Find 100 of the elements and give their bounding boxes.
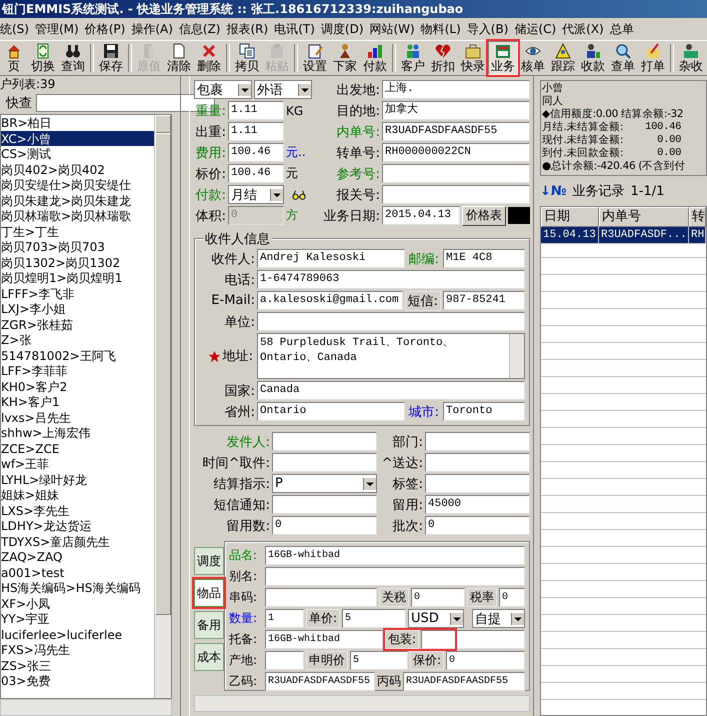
input-field[interactable]: 1.11 — [228, 101, 284, 120]
customer-item[interactable]: 岗贝林瑞歌>岗贝林瑞歌 — [1, 208, 154, 224]
input-field[interactable]: 100.46 — [228, 164, 284, 183]
input-field[interactable]: RH000000022CN — [382, 143, 530, 162]
customer-item[interactable]: LDHY>龙达货运 — [1, 518, 154, 534]
side-tab[interactable]: 调度 — [194, 547, 224, 575]
input-field[interactable]: 5 — [342, 609, 406, 628]
input-field[interactable]: 16GB-whitbad — [265, 546, 525, 565]
input-field[interactable]: a.kalesoski@gmail.com — [257, 291, 403, 310]
customer-item[interactable]: 岗贝703>岗贝703 — [1, 239, 154, 254]
input-field[interactable] — [265, 651, 304, 670]
menu-item[interactable]: 总单 — [610, 20, 634, 38]
textarea-scrollbar[interactable] — [509, 334, 524, 378]
input-field[interactable]: Toronto — [443, 402, 525, 421]
menu-item[interactable]: 网站(W) — [370, 20, 415, 38]
input-field[interactable]: 0 — [446, 651, 525, 670]
customer-item[interactable]: KH>客户1 — [1, 394, 154, 410]
customer-item[interactable]: lvxs>吕先生 — [1, 410, 154, 425]
toolbar-button[interactable]: 业务 — [488, 41, 518, 75]
menu-item[interactable]: 报表(R) — [226, 20, 268, 38]
menu-item[interactable]: 管理(M) — [34, 20, 79, 38]
input-field[interactable] — [425, 432, 530, 451]
input-field[interactable]: 0 — [499, 588, 525, 607]
address-field[interactable]: 58 Purpledusk Trail、Toronto、Ontario、Canada — [257, 333, 525, 379]
customer-item[interactable]: 514781002>王阿飞 — [1, 348, 154, 363]
menu-item[interactable]: 导入(B) — [466, 20, 508, 38]
input-field[interactable] — [272, 432, 377, 451]
customer-item[interactable]: XF>小凤 — [1, 596, 154, 611]
customer-item[interactable]: Z>张 — [1, 332, 154, 348]
customer-item[interactable]: ZGR>张桂茹 — [1, 316, 154, 332]
dropdown[interactable]: P — [272, 474, 377, 493]
input-field[interactable]: 1 — [265, 609, 304, 628]
menu-item[interactable]: 代派(X) — [562, 20, 604, 38]
menu-item[interactable]: 调度(D) — [320, 20, 364, 38]
input-field[interactable]: 16GB-whitbad — [265, 630, 383, 649]
price-table-button[interactable]: 价格表 — [462, 206, 506, 226]
customer-item[interactable]: 岗贝朱建龙>岗贝朱建龙 — [1, 192, 154, 208]
input-field[interactable]: 加拿大 — [382, 101, 530, 120]
splitter[interactable] — [180, 76, 190, 716]
horizontal-scrollbar[interactable] — [194, 695, 530, 712]
menu-item[interactable]: 信息(Z) — [178, 20, 220, 38]
menu-item[interactable]: 统(S) — [0, 20, 29, 38]
customer-item[interactable]: ZCE>ZCE — [1, 440, 154, 456]
customer-item[interactable]: ZS>张三 — [1, 658, 154, 673]
input-field[interactable] — [257, 312, 525, 331]
input-field[interactable]: Ontario — [257, 402, 405, 421]
input-field[interactable]: 上海. — [382, 80, 530, 99]
customer-item[interactable]: luciferlee>luciferlee — [1, 626, 154, 642]
customer-item[interactable]: shhw>上海宏伟 — [1, 425, 154, 440]
column-header[interactable]: 日期 — [541, 207, 599, 227]
customer-item[interactable]: CS>测试 — [1, 146, 154, 162]
input-field[interactable]: 1.11 — [228, 122, 284, 141]
input-field[interactable]: R3UADFASDFAASDF55 — [265, 672, 375, 691]
input-field[interactable] — [272, 495, 377, 514]
customer-item[interactable]: LYHL>绿叶好龙 — [1, 472, 154, 487]
input-field[interactable] — [265, 588, 377, 607]
dropdown[interactable]: 包裹 — [194, 80, 252, 99]
input-field[interactable]: 0 — [272, 516, 377, 535]
input-field[interactable]: 0 — [411, 588, 465, 607]
customer-item[interactable]: KH0>客户2 — [1, 378, 154, 394]
input-field[interactable]: M1E 4C8 — [443, 249, 525, 268]
column-header[interactable]: 内单号 — [599, 207, 689, 227]
customer-item[interactable]: XC>小曾 — [1, 130, 154, 146]
customer-item[interactable]: 岗贝安缇仕>岗贝安缇仕 — [1, 177, 154, 192]
input-field[interactable]: Canada — [257, 381, 525, 400]
input-field[interactable] — [421, 630, 525, 649]
menu-item[interactable]: 操作(A) — [131, 20, 173, 38]
customer-item[interactable]: 岗贝1302>岗贝1302 — [1, 254, 154, 270]
input-field[interactable] — [265, 567, 525, 586]
side-tab[interactable]: 备用 — [194, 611, 224, 639]
vertical-scrollbar[interactable] — [154, 115, 171, 698]
column-header[interactable]: 转 — [689, 207, 706, 227]
customer-item[interactable]: LFF>李菲菲 — [1, 363, 154, 378]
horizontal-scrollbar[interactable] — [0, 699, 172, 716]
dropdown[interactable]: 月结 — [228, 185, 284, 204]
customer-item[interactable]: YY>宇亚 — [1, 611, 154, 626]
customer-item[interactable]: TDYXS>童店颜先生 — [1, 534, 154, 549]
input-field[interactable] — [382, 185, 530, 204]
input-field[interactable] — [382, 164, 530, 183]
menu-item[interactable]: 电讯(T) — [274, 20, 315, 38]
side-tab[interactable]: 物品 — [194, 579, 224, 607]
table-row[interactable]: 15.04.13 R3UADFASDF... RH — [541, 227, 706, 244]
side-tab[interactable]: 成本 — [194, 643, 224, 671]
menu-item[interactable]: 物料(L) — [420, 20, 461, 38]
customer-item[interactable]: 岗贝煌明1>岗贝煌明1 — [1, 270, 154, 286]
customer-item[interactable]: FXS>冯先生 — [1, 642, 154, 658]
input-field[interactable]: 1-6474789063 — [257, 270, 525, 289]
input-field[interactable]: R3UADFASDFAASDF55 — [382, 122, 530, 141]
input-field[interactable]: R3UADFASDFAASDF55 — [403, 672, 525, 691]
input-field[interactable]: 100.46 — [228, 143, 284, 162]
input-field[interactable]: 5 — [350, 651, 408, 670]
input-field[interactable] — [272, 453, 377, 472]
menu-item[interactable]: 储运(C) — [514, 20, 556, 38]
customer-item[interactable]: LXJ>李小姐 — [1, 301, 154, 316]
customer-item[interactable]: 03>免费 — [1, 673, 154, 688]
customer-item[interactable]: BR>柏日 — [1, 115, 154, 130]
toolbar-button[interactable]: 拷贝 — [232, 41, 262, 75]
input-field[interactable]: 2015.04.13 — [382, 206, 460, 225]
customer-item[interactable]: LXS>李先生 — [1, 502, 154, 518]
input-field[interactable] — [425, 453, 530, 472]
